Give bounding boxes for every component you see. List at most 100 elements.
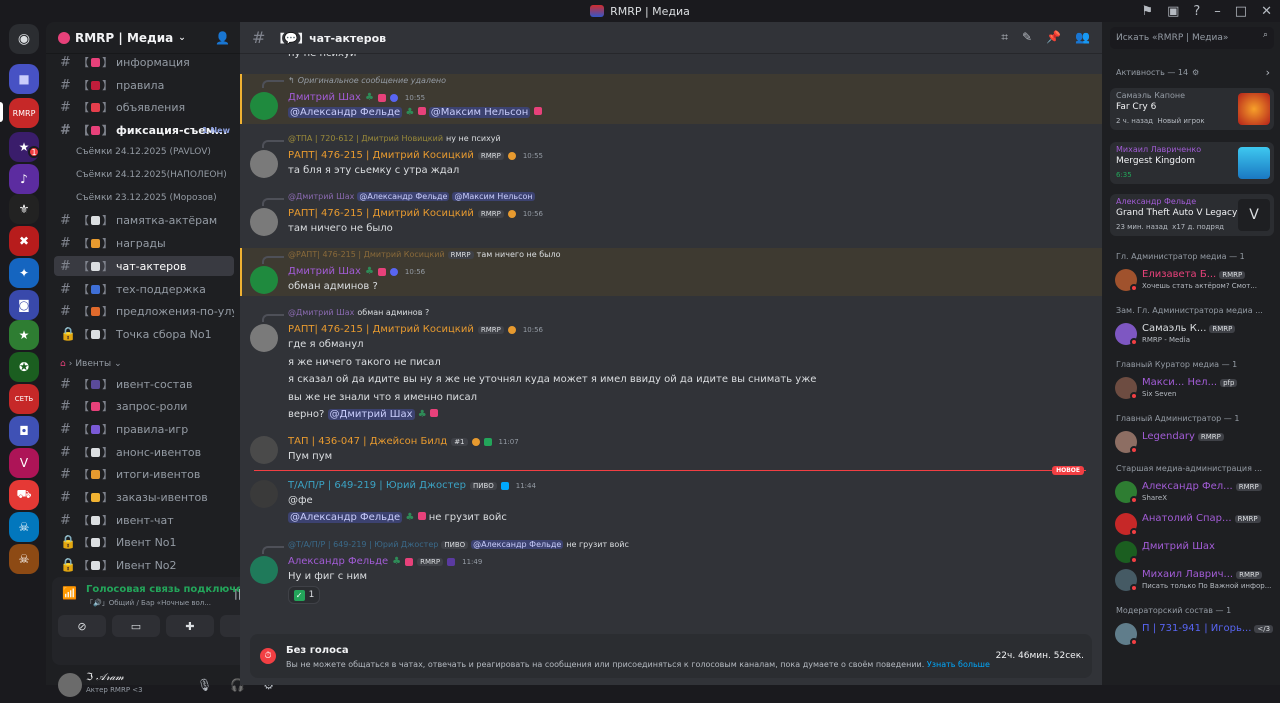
channel-item[interactable]: # 【】 заказы-ивентов	[54, 487, 234, 507]
activity-card[interactable]: Александр Фельде Grand Theft Auto V Lega…	[1110, 194, 1274, 236]
server-crest[interactable]: ⚜	[9, 194, 39, 224]
reaction-checkmark[interactable]: ✓ 1	[288, 586, 320, 604]
server-set[interactable]: СЕТЬ	[9, 384, 39, 414]
screen-share-button[interactable]: ▭	[112, 615, 160, 637]
activity-card[interactable]: Михаил Лавриченко Mergest Kingdom 6:35	[1110, 142, 1274, 184]
channel-item[interactable]: # 【】 ивент-состав	[54, 374, 234, 394]
channel-item[interactable]: # 【】 памятка-актёрам	[54, 210, 234, 230]
inbox-flag-icon[interactable]: ⚑	[1141, 4, 1153, 19]
server-blue[interactable]: ✦	[9, 258, 39, 288]
mention[interactable]: @Александр Фельде	[288, 512, 403, 523]
channel-item[interactable]: 🔒 【】 Ивент No2	[54, 555, 234, 575]
channel-item[interactable]: 🔒 【】 Ивент No1	[54, 532, 234, 552]
message[interactable]: @ТПА | 720-612 | Дмитрий Новицкий ну не п…	[240, 132, 1102, 182]
threads-icon[interactable]: ⌗	[1001, 30, 1008, 45]
member-item[interactable]: Дмитрий Шах	[1112, 538, 1276, 566]
channel-item[interactable]: # 【】 запрос-роли	[54, 396, 234, 416]
channel-item[interactable]: 🔒 【】 Точка сбора No1	[54, 324, 234, 344]
message[interactable]: @Т/А/П/Р | 649-219 | Юрий Джостер ПИВО @…	[240, 538, 1102, 610]
member-item[interactable]: П | 731-941 | Игорь... </3	[1112, 620, 1276, 648]
channel-item[interactable]: # 【】 анонс-ивентов	[54, 442, 234, 462]
mention[interactable]: @Дмитрий Шах	[327, 409, 415, 420]
server-bot[interactable]: ◘	[9, 416, 39, 446]
channel-item[interactable]: # 【】 ивент-чат	[54, 510, 234, 530]
username[interactable]: Дмитрий Шах	[288, 266, 361, 277]
notification-bell-off-icon[interactable]: ✎	[1022, 30, 1032, 45]
member-item[interactable]: Самаэль К... RMRP RMRP - Media	[1112, 320, 1276, 348]
thread-item[interactable]: Съёмки 23.12.2025 (Морозов)	[76, 193, 217, 203]
message[interactable]: @РАПТ| 476-215 | Дмитрий Косицкий RMRP т…	[240, 248, 1102, 296]
voice-status[interactable]: Голосовая связь подключен	[86, 584, 250, 595]
server-cart[interactable]: ⛟	[9, 480, 39, 510]
server-robot[interactable]: ◙	[9, 290, 39, 320]
folder-icon[interactable]: ■	[9, 64, 39, 94]
username[interactable]: ТАП | 436-047 | Джейсон Билд	[288, 436, 447, 447]
pin-icon[interactable]: 📌	[1046, 30, 1061, 45]
server-pirate[interactable]: ☠	[9, 512, 39, 542]
avatar[interactable]	[250, 92, 278, 120]
minimize-button[interactable]: –	[1214, 4, 1221, 19]
server-emblem[interactable]: ✪	[9, 352, 39, 382]
mention[interactable]: @Александр Фельде	[288, 107, 403, 118]
avatar[interactable]	[58, 673, 82, 697]
microphone-icon[interactable]: 🎙	[197, 678, 212, 692]
discord-home-icon[interactable]: ◉	[9, 24, 39, 54]
close-button[interactable]: ✕	[1261, 4, 1272, 19]
username[interactable]: Т/А/П/Р | 649-219 | Юрий Джостер	[288, 480, 466, 491]
member-item[interactable]: Александр Фел... RMRP ShareX	[1112, 478, 1276, 506]
channel-item[interactable]: # 【】 награды	[54, 233, 234, 253]
username[interactable]: Александр Фельде	[288, 556, 388, 567]
mention[interactable]: @Максим Нельсон	[428, 107, 531, 118]
thread-item[interactable]: Съёмки 24.12.2025(НАПОЛЕОН)	[76, 170, 227, 180]
server-mic[interactable]: ♪	[9, 164, 39, 194]
channel-item[interactable]: # 【】 объявления	[54, 97, 234, 117]
avatar[interactable]	[250, 266, 278, 294]
username[interactable]: Дмитрий Шах	[288, 92, 361, 103]
message[interactable]: ↰ Оригинальное сообщение удалено Дмитрий …	[240, 74, 1102, 124]
message[interactable]: Т/А/П/Р | 649-219 | Юрий Джостер ПИВО 11…	[240, 478, 1102, 530]
message[interactable]: @Дмитрий Шах обман админов ? РАПТ| 476-2…	[240, 306, 1102, 422]
voice-channel[interactable]: 「🔊」Общий / Бар «Ночные вол...	[86, 598, 231, 608]
avatar[interactable]	[250, 436, 278, 464]
help-icon[interactable]: ?	[1193, 4, 1200, 19]
message[interactable]: ТАП | 436-047 | Джейсон Билд #1 11:07 Пу…	[240, 434, 1102, 466]
member-item[interactable]: Елизавета Б... RMRP Хочешь стать актёром? …	[1112, 266, 1276, 294]
server-red[interactable]: ✖	[9, 226, 39, 256]
avatar[interactable]	[250, 150, 278, 178]
user-name[interactable]: ℑ 𝒜𝓇𝒶𝓂	[86, 672, 124, 683]
avatar[interactable]	[250, 324, 278, 352]
username[interactable]: РАПТ| 476-215 | Дмитрий Косицкий	[288, 208, 474, 219]
server-skull[interactable]: ☠	[9, 544, 39, 574]
server-v[interactable]: V	[9, 448, 39, 478]
camera-off-button[interactable]: ⊘	[58, 615, 106, 637]
invite-people-icon[interactable]: 👤	[215, 31, 230, 45]
search-input[interactable]: Искать «RMRP | Медиа» ⌕	[1110, 27, 1274, 49]
channel-item[interactable]: # 【】 правила	[54, 75, 234, 95]
channel-item[interactable]: # 【】 тех-поддержка	[54, 279, 234, 299]
username[interactable]: РАПТ| 476-215 | Дмитрий Косицкий	[288, 324, 474, 335]
channel-item[interactable]: # 【】 правила-игр	[54, 419, 234, 439]
avatar[interactable]	[250, 480, 278, 508]
thread-item[interactable]: Съёмки 24.12.2025 (PAVLOV)	[76, 147, 211, 157]
channel-item[interactable]: # 【】 чат-актеров	[54, 256, 234, 276]
maximize-button[interactable]: □	[1235, 4, 1247, 19]
member-item[interactable]: Legendary RMRP	[1112, 428, 1276, 456]
member-item[interactable]: Михаил Лаврич... RMRP Писать только По Важ…	[1112, 566, 1276, 594]
server-star-green[interactable]: ★	[9, 320, 39, 350]
message[interactable]: @Дмитрий Шах @Александр Фельде @Максим Н…	[240, 190, 1102, 240]
activity-card[interactable]: Самаэль Капоне Far Cry 6 2 ч. назад Новы…	[1110, 88, 1274, 130]
learn-more-link[interactable]: Узнать больше	[927, 660, 990, 669]
username[interactable]: РАПТ| 476-215 | Дмитрий Косицкий	[288, 150, 474, 161]
activities-button[interactable]: ✚	[166, 615, 214, 637]
avatar[interactable]	[250, 556, 278, 584]
category-events[interactable]: ⌂ › Ивенты ⌄	[60, 359, 122, 369]
chevron-right-icon[interactable]: ›	[1266, 66, 1270, 79]
server-header[interactable]: RMRP | Медиа ⌄	[46, 22, 240, 54]
inbox-icon[interactable]: ▣	[1167, 4, 1179, 19]
channel-item[interactable]: # 【】 фиксация-съем... 1 New	[54, 120, 234, 140]
channel-item[interactable]: # 【】предложения-по-улуч...	[54, 301, 234, 321]
server-rmrp-media[interactable]: RMRP	[9, 98, 39, 128]
member-list-icon[interactable]: 👥	[1075, 30, 1090, 45]
member-item[interactable]: Макси... Нел... pfp Six Seven	[1112, 374, 1276, 402]
avatar[interactable]	[250, 208, 278, 236]
